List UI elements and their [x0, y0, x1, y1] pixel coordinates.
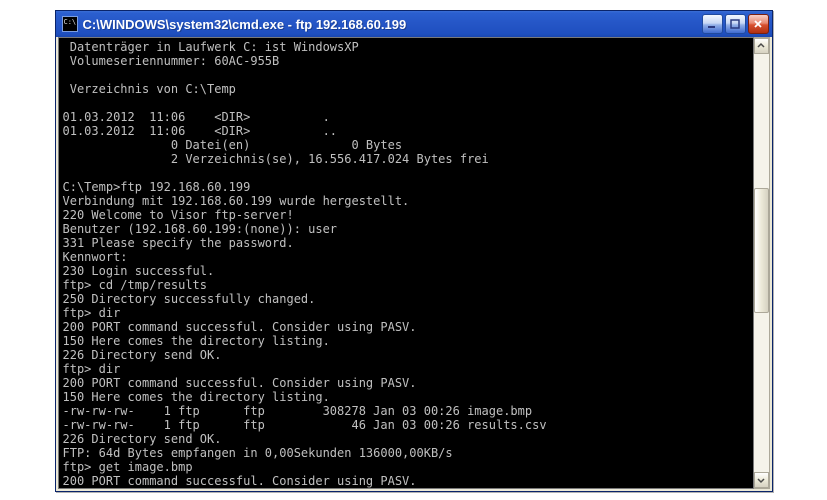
window-controls	[702, 14, 769, 34]
cmd-window: C:\WINDOWS\system32\cmd.exe - ftp 192.16…	[55, 10, 773, 492]
maximize-button[interactable]	[725, 14, 746, 34]
scroll-down-button[interactable]	[754, 472, 769, 488]
scroll-thumb[interactable]	[754, 188, 769, 313]
console-output[interactable]: Datenträger in Laufwerk C: ist WindowsXP…	[58, 37, 754, 489]
minimize-icon	[707, 19, 717, 29]
client-area: Datenträger in Laufwerk C: ist WindowsXP…	[56, 37, 772, 491]
cmd-icon	[62, 16, 78, 32]
vertical-scrollbar[interactable]	[754, 37, 770, 489]
window-title: C:\WINDOWS\system32\cmd.exe - ftp 192.16…	[83, 17, 702, 32]
maximize-icon	[730, 19, 740, 29]
scroll-up-button[interactable]	[754, 38, 769, 54]
titlebar[interactable]: C:\WINDOWS\system32\cmd.exe - ftp 192.16…	[56, 11, 772, 37]
chevron-up-icon	[757, 42, 765, 50]
chevron-down-icon	[757, 476, 765, 484]
close-icon	[753, 19, 763, 29]
close-button[interactable]	[748, 14, 769, 34]
scroll-track[interactable]	[754, 54, 769, 472]
minimize-button[interactable]	[702, 14, 723, 34]
